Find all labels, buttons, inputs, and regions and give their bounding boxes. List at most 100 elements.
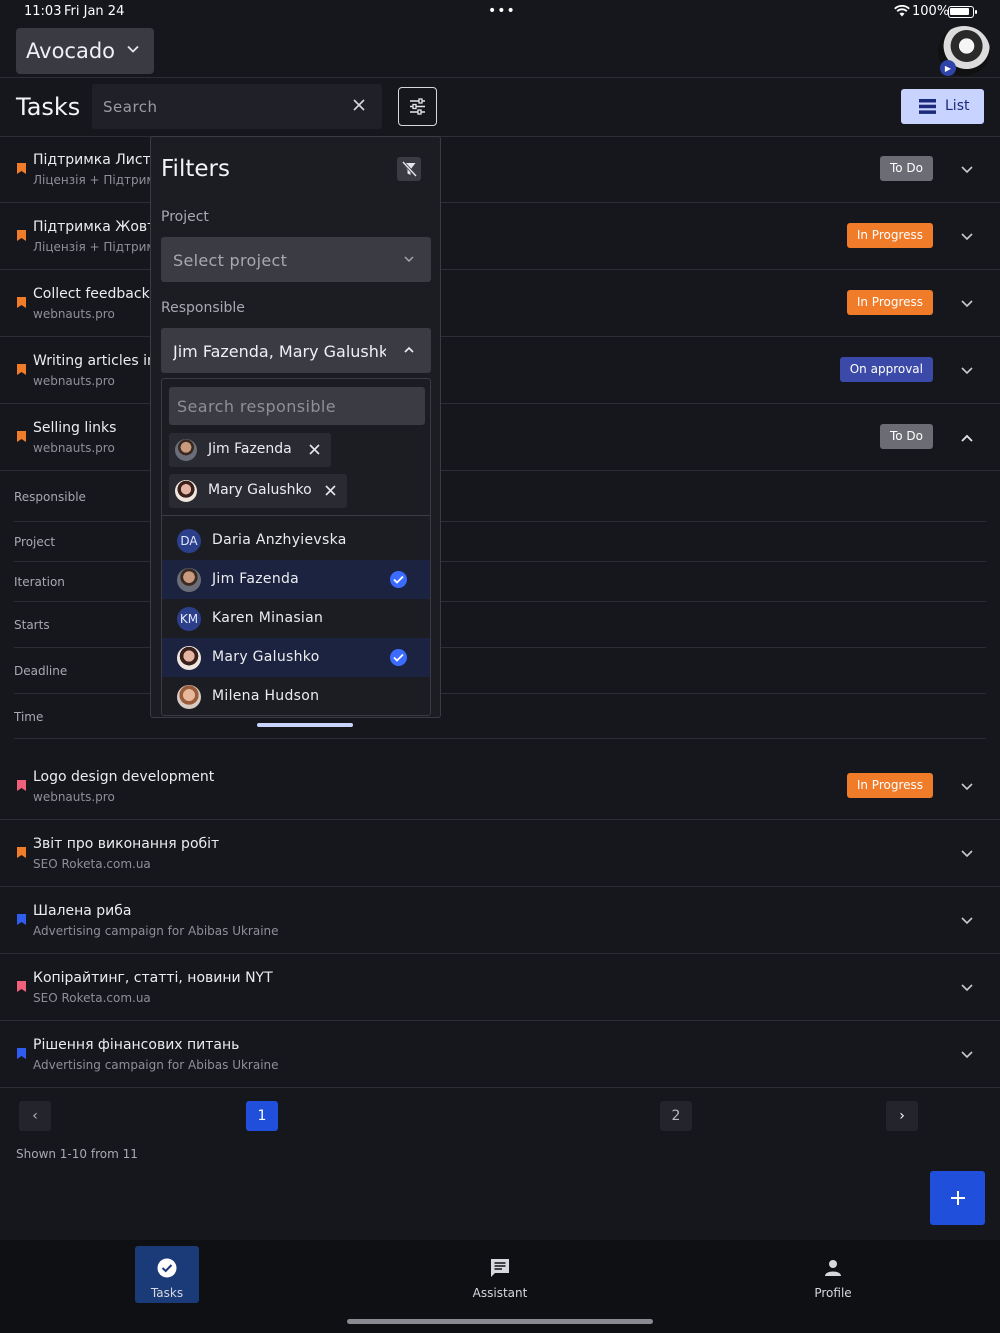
task-row[interactable]: Logo design development webnauts.pro In Pr… — [0, 753, 1000, 820]
task-row[interactable]: Шалена риба Advertising campaign for Abib… — [0, 887, 1000, 954]
task-project: Advertising campaign for Abibas Ukraine — [33, 1058, 279, 1072]
horizontal-scroll-indicator[interactable] — [257, 723, 353, 727]
chevron-down-icon[interactable] — [960, 231, 974, 243]
remove-chip-icon[interactable] — [324, 484, 337, 497]
search-input[interactable]: Search — [92, 84, 382, 129]
avatar — [177, 646, 201, 670]
chevron-down-icon — [404, 256, 414, 262]
check-icon — [390, 571, 407, 588]
status-badge: To Do — [879, 156, 933, 181]
nav-assistant[interactable]: Assistant — [468, 1246, 532, 1303]
project-label: Project — [161, 209, 209, 225]
divider — [14, 738, 986, 739]
detail-label: Time — [14, 710, 44, 724]
results-count: Shown 1-10 from 11 — [16, 1147, 138, 1161]
status-badge: In Progress — [846, 773, 933, 798]
next-page-button[interactable]: › — [886, 1101, 918, 1131]
chevron-down-icon[interactable] — [960, 365, 974, 377]
bookmark-icon — [17, 364, 26, 375]
project-placeholder: Select project — [173, 251, 288, 270]
chevron-down-icon[interactable] — [960, 848, 974, 860]
bookmark-icon — [17, 1048, 26, 1059]
nav-assistant-label: Assistant — [472, 1286, 528, 1300]
chevron-up-icon — [404, 346, 414, 353]
check-icon — [390, 649, 407, 666]
task-project: webnauts.pro — [33, 441, 115, 455]
task-row[interactable]: Звіт про виконання робіт SEO Roketa.com.u… — [0, 820, 1000, 887]
responsible-label: Responsible — [161, 300, 245, 316]
avatar-initials: DA — [177, 529, 201, 553]
clear-search-icon[interactable] — [352, 98, 366, 112]
workspace-name: Avocado — [26, 39, 116, 63]
chevron-down-icon[interactable] — [960, 915, 974, 927]
task-project: Advertising campaign for Abibas Ukraine — [33, 924, 279, 938]
chevron-up-icon[interactable] — [960, 432, 974, 444]
chevron-down-icon[interactable] — [960, 298, 974, 310]
filter-off-icon — [401, 161, 417, 177]
chip-label: Mary Galushko — [208, 482, 312, 498]
status-badge: To Do — [879, 424, 933, 449]
search-placeholder: Search — [103, 98, 158, 116]
bookmark-icon — [17, 914, 26, 925]
workspace-select[interactable]: Avocado — [16, 28, 154, 74]
responsible-option[interactable]: Milena Hudson — [162, 677, 430, 715]
avatar — [177, 568, 201, 592]
chevron-down-icon[interactable] — [960, 982, 974, 994]
page-title: Tasks — [16, 93, 81, 121]
chevron-down-icon[interactable] — [960, 1049, 974, 1061]
avatar — [177, 685, 201, 709]
person-icon — [825, 1260, 841, 1276]
nav-tasks[interactable]: Tasks — [135, 1246, 199, 1303]
multitask-dots-icon[interactable]: ••• — [488, 3, 516, 19]
battery-icon — [948, 6, 977, 18]
task-title: Selling links — [33, 420, 117, 436]
detail-label: Responsible — [14, 490, 86, 504]
check-circle-icon — [157, 1258, 177, 1278]
responsible-option[interactable]: KM Karen Minasian — [162, 599, 430, 638]
responsible-option[interactable]: Jim Fazenda — [162, 560, 430, 599]
wifi-icon — [894, 5, 910, 17]
task-title: Collect feedback — [33, 286, 150, 302]
detail-label: Iteration — [14, 575, 65, 589]
sliders-icon — [410, 98, 425, 115]
prev-page-button[interactable]: ‹ — [19, 1101, 51, 1131]
bookmark-icon — [17, 163, 26, 174]
remove-chip-icon[interactable] — [308, 443, 321, 456]
status-date: Fri Jan 24 — [64, 4, 125, 19]
responsible-option[interactable]: Mary Galushko — [162, 638, 430, 677]
page-1-button[interactable]: 1 — [246, 1101, 278, 1131]
filters-panel: Filters Project Select project Responsib… — [150, 136, 441, 718]
filters-title: Filters — [161, 156, 230, 182]
filter-button[interactable] — [398, 87, 437, 126]
responsible-select[interactable]: Jim Fazenda, Mary Galushko — [161, 328, 431, 373]
page-2-button[interactable]: 2 — [660, 1101, 692, 1131]
selected-chip: Jim Fazenda — [169, 433, 331, 467]
task-row[interactable]: Копірайтинг, статті, новини NYT SEO Roket… — [0, 954, 1000, 1021]
list-view-button[interactable]: List — [901, 89, 984, 124]
selected-chip: Mary Galushko — [169, 474, 347, 508]
status-time: 11:03 — [24, 4, 62, 19]
option-label: Milena Hudson — [212, 688, 320, 704]
bookmark-icon — [17, 297, 26, 308]
add-task-button[interactable] — [930, 1171, 985, 1225]
responsible-search-input[interactable]: Search responsible — [169, 387, 425, 425]
responsible-option[interactable]: DA Daria Anzhyievska — [162, 521, 430, 560]
chevron-down-icon — [127, 45, 139, 53]
chevron-down-icon[interactable] — [960, 164, 974, 176]
avatar-initials: KM — [177, 607, 201, 631]
bookmark-icon — [17, 780, 26, 791]
project-select[interactable]: Select project — [161, 237, 431, 282]
battery-percent: 100% — [912, 4, 950, 19]
task-project: webnauts.pro — [33, 307, 115, 321]
nav-profile[interactable]: Profile — [801, 1246, 865, 1303]
chevron-down-icon[interactable] — [960, 781, 974, 793]
detail-label: Deadline — [14, 664, 68, 678]
bookmark-icon — [17, 847, 26, 858]
task-row[interactable]: Рішення фінансових питань Advertising cam… — [0, 1021, 1000, 1088]
task-project: webnauts.pro — [33, 790, 115, 804]
chip-label: Jim Fazenda — [208, 441, 292, 457]
bookmark-icon — [17, 230, 26, 241]
responsible-dropdown: Search responsible Jim Fazenda Mary Galu… — [161, 378, 431, 716]
task-title: Звіт про виконання робіт — [33, 836, 220, 852]
clear-filters-button[interactable] — [397, 157, 421, 181]
